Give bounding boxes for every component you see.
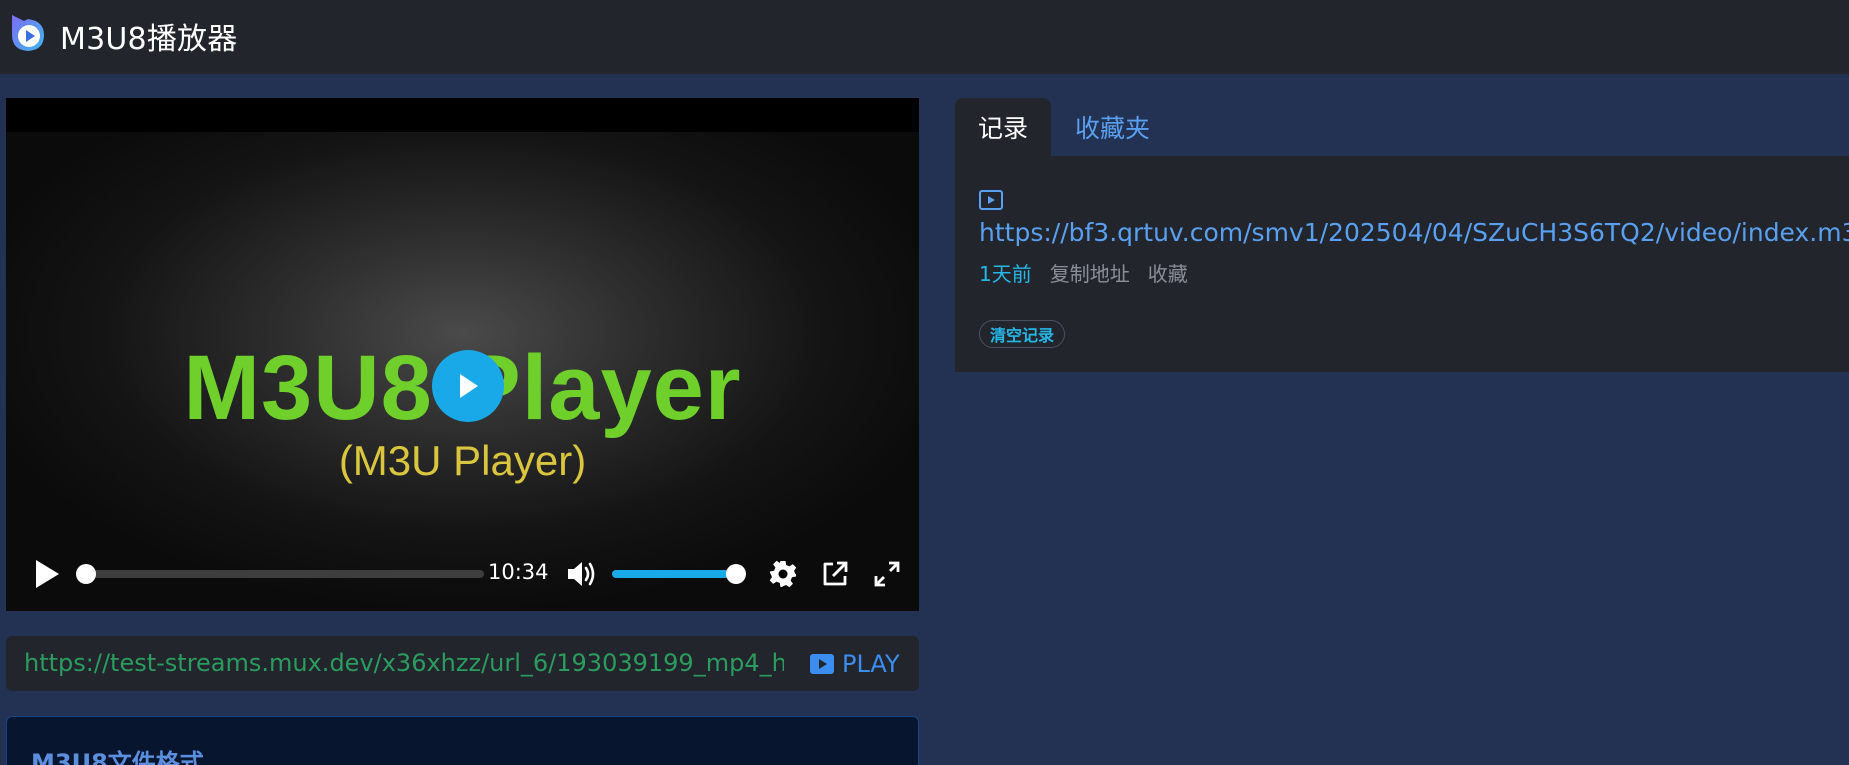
play-shield-logo-icon[interactable] [8,13,48,53]
tab-bar: 记录 收藏夹 [955,98,1849,156]
url-bar: PLAY [6,636,919,691]
copy-url-button[interactable]: 复制地址 [1050,258,1130,287]
volume-slider[interactable] [612,570,744,578]
info-heading: M3U8文件格式 [31,749,204,765]
play-url-button[interactable]: PLAY [810,648,900,680]
history-panel: https://bf3.qrtuv.com/smv1/202504/04/SZu… [955,156,1849,372]
app-title: M3U8播放器 [60,22,238,57]
play-label: PLAY [842,650,900,678]
play-icon [460,374,478,398]
favorite-button[interactable]: 收藏 [1148,258,1188,287]
volume-handle[interactable] [726,564,746,584]
video-file-icon [979,190,1003,210]
volume-icon[interactable] [565,559,597,589]
history-item-url[interactable]: https://bf3.qrtuv.com/smv1/202504/04/SZu… [979,218,1849,247]
video-player[interactable]: M3U8 Player (M3U Player) 10:34 [6,98,919,611]
clear-history-button[interactable]: 清空记录 [979,320,1066,348]
player-controls: 10:34 [6,538,919,611]
video-subtitle-text: (M3U Player) [338,437,587,484]
tab-history[interactable]: 记录 [955,98,1051,156]
history-item-time: 1天前 [979,262,1032,286]
history-item-meta: 1天前 复制地址 收藏 [979,258,1188,287]
info-box: M3U8文件格式 [6,716,919,765]
play-icon[interactable] [32,557,62,591]
fullscreen-icon[interactable] [872,559,902,589]
big-play-button[interactable] [432,350,504,422]
video-icon [810,654,834,674]
progress-handle[interactable] [76,564,96,584]
progress-bar[interactable] [84,570,484,578]
popout-icon[interactable] [820,559,850,589]
url-input[interactable] [24,646,784,680]
tab-favorites[interactable]: 收藏夹 [1051,98,1174,156]
top-bar: M3U8播放器 [0,0,1849,74]
gear-icon[interactable] [768,559,798,589]
time-display: 10:34 [488,560,549,584]
